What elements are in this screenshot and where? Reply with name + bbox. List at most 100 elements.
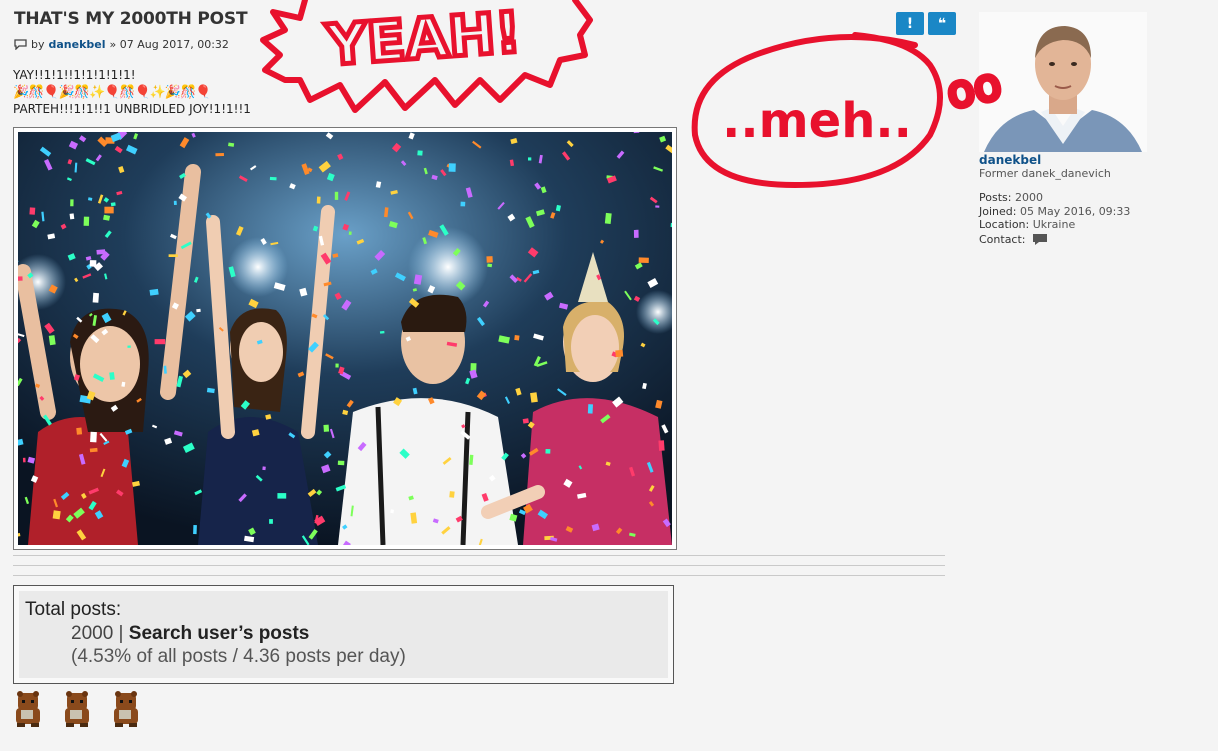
post-actions: ! ❝ bbox=[896, 12, 956, 35]
post-title[interactable]: THAT'S MY 2000TH POST bbox=[14, 9, 248, 29]
bear-rank-icon bbox=[65, 691, 89, 727]
separator: | bbox=[113, 623, 129, 644]
confetti-piece bbox=[633, 229, 639, 238]
confetti-piece bbox=[528, 157, 532, 161]
confetti-piece bbox=[69, 213, 75, 220]
joined-label: Joined: bbox=[979, 204, 1017, 218]
confetti-piece bbox=[448, 163, 456, 172]
confetti-piece bbox=[70, 199, 74, 207]
bear-rank-icon bbox=[114, 691, 138, 727]
post-text-line: YAY!!1!1!!1!1!1!1!1! bbox=[13, 68, 136, 82]
profile-username[interactable]: danekbel bbox=[979, 153, 1041, 167]
confetti-piece bbox=[449, 491, 455, 498]
confetti-piece bbox=[262, 466, 266, 471]
confetti-piece bbox=[76, 427, 83, 435]
post-icon[interactable] bbox=[14, 39, 27, 50]
confetti-piece bbox=[615, 349, 624, 358]
confetti-piece bbox=[89, 447, 98, 453]
party-photo[interactable] bbox=[13, 127, 677, 550]
post-author-line: by danekbel » 07 Aug 2017, 00:32 bbox=[14, 38, 229, 51]
confetti-piece bbox=[109, 372, 115, 380]
confetti-piece bbox=[604, 212, 612, 224]
confetti-piece bbox=[154, 339, 166, 345]
rank-icons bbox=[14, 690, 140, 728]
confetti-piece bbox=[110, 202, 116, 207]
emoji-icon: ✨ bbox=[149, 85, 166, 100]
confetti-piece bbox=[89, 260, 97, 267]
bear-rank-icon bbox=[16, 691, 40, 727]
confetti-piece bbox=[638, 257, 649, 264]
emoji-icon: 🎉 bbox=[13, 85, 29, 100]
by-label: by bbox=[31, 38, 45, 51]
location-value: Ukraine bbox=[1032, 218, 1076, 231]
confetti-piece bbox=[90, 431, 97, 443]
emoji-icon: 🎈 bbox=[195, 85, 211, 100]
total-posts-panel: Total posts: 2000 | Search user’s posts … bbox=[19, 591, 668, 678]
post-content: YAY!!1!1!!1!1!1!1!1! 🎉🎊🎈🎉🎊✨🎈🎊🎈✨🎉🎊🎈 PARTE… bbox=[13, 68, 251, 117]
post-text-line: PARTEH!!!1!1!!1 UNBRIDLED JOY!1!1!!1 bbox=[13, 102, 251, 116]
emoji-icon: 🎊 bbox=[119, 85, 135, 100]
emoji-icon: 🎈 bbox=[43, 85, 59, 100]
contact-label: Contact: bbox=[979, 232, 1026, 246]
confetti-piece bbox=[173, 200, 177, 206]
party-photo-image bbox=[18, 132, 672, 545]
total-posts-line: 2000 | Search user’s posts bbox=[71, 623, 309, 645]
confetti-piece bbox=[52, 510, 61, 520]
avatar[interactable] bbox=[979, 12, 1147, 152]
confetti-piece bbox=[92, 292, 99, 303]
confetti-piece bbox=[460, 201, 466, 207]
emoji-icon: 🎉 bbox=[164, 85, 181, 100]
emoji-icon: 🎊 bbox=[28, 85, 44, 100]
confetti-piece bbox=[215, 153, 225, 157]
confetti-piece bbox=[196, 308, 201, 313]
confetti-piece bbox=[149, 288, 159, 296]
confetti-piece bbox=[522, 418, 529, 424]
confetti-piece bbox=[269, 176, 277, 181]
author-link[interactable]: danekbel bbox=[49, 38, 106, 51]
emoji-icon: 🎈 bbox=[104, 85, 120, 100]
total-posts-count: 2000 bbox=[71, 623, 114, 644]
confetti-piece bbox=[127, 345, 131, 348]
location-label: Location: bbox=[979, 218, 1030, 231]
profile-details: Posts: 2000 Joined: 05 May 2016, 09:33 L… bbox=[979, 191, 1130, 246]
confetti-piece bbox=[335, 363, 339, 368]
confetti-piece bbox=[390, 509, 395, 514]
emoji-line: 🎉🎊🎈🎉🎊✨🎈🎊🎈✨🎉🎊🎈 bbox=[13, 83, 251, 102]
quote-button[interactable]: ❝ bbox=[928, 12, 956, 35]
confetti-piece bbox=[104, 206, 114, 214]
post-date: » 07 Aug 2017, 00:32 bbox=[109, 38, 229, 51]
posts-label: Posts: bbox=[979, 191, 1012, 204]
total-posts-box: Total posts: 2000 | Search user’s posts … bbox=[13, 585, 674, 684]
emoji-icon: 🎊 bbox=[73, 85, 90, 100]
confetti-piece bbox=[658, 440, 665, 451]
confetti-piece bbox=[323, 424, 330, 432]
confetti-piece bbox=[487, 263, 493, 268]
total-posts-detail: (4.53% of all posts / 4.36 posts per day… bbox=[71, 646, 406, 667]
emoji-icon: 🎉 bbox=[58, 85, 75, 100]
divider bbox=[13, 555, 945, 556]
divider bbox=[13, 565, 945, 566]
confetti-piece bbox=[168, 254, 178, 257]
confetti-piece bbox=[193, 524, 197, 535]
confetti-piece bbox=[316, 196, 321, 204]
confetti-piece bbox=[486, 256, 493, 263]
divider bbox=[13, 575, 945, 576]
contact-icon[interactable] bbox=[1032, 233, 1048, 246]
confetti-piece bbox=[29, 207, 36, 215]
search-user-posts-link[interactable]: Search user’s posts bbox=[129, 623, 310, 644]
confetti-piece bbox=[417, 150, 423, 156]
confetti-piece bbox=[22, 457, 26, 463]
report-button[interactable]: ! bbox=[896, 12, 924, 35]
joined-value: 05 May 2016, 09:33 bbox=[1019, 204, 1131, 218]
confetti-piece bbox=[348, 231, 352, 235]
confetti-piece bbox=[18, 276, 23, 281]
confetti-piece bbox=[655, 205, 660, 208]
total-posts-label: Total posts: bbox=[25, 599, 122, 620]
posts-value[interactable]: 2000 bbox=[1015, 191, 1043, 204]
confetti-piece bbox=[334, 191, 339, 200]
emoji-icon: ✨ bbox=[88, 85, 105, 100]
confetti-piece bbox=[545, 449, 551, 454]
confetti-piece bbox=[587, 404, 593, 414]
confetti-piece bbox=[96, 249, 106, 255]
emoji-icon: 🎊 bbox=[180, 85, 196, 100]
